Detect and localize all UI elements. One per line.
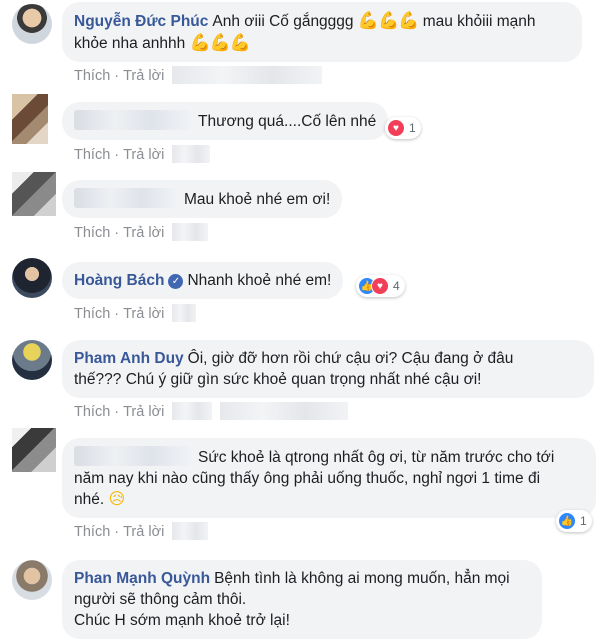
reply-link[interactable]: Trả lời xyxy=(123,147,164,163)
redacted-name xyxy=(74,110,192,130)
comment-text: thế??? Chú ý giữ gìn sức khoẻ quan trọng… xyxy=(74,371,482,388)
reaction-summary[interactable]: 👍 ♥ 4 xyxy=(356,275,405,297)
comment-text: Nhanh khoẻ nhé em! xyxy=(187,272,332,289)
redacted-timestamp xyxy=(172,145,211,163)
like-link[interactable]: Thích xyxy=(74,524,110,540)
heart-reaction-icon: ♥ xyxy=(387,119,405,137)
comment-actions: Thích · Trả lời xyxy=(74,402,349,420)
reply-link[interactable]: Trả lời xyxy=(123,524,164,540)
comment-bubble: Sức khoẻ là qtrong nhất ôg ơi, từ năm tr… xyxy=(62,438,596,518)
comment-bubble: Phan Mạnh Quỳnh Bệnh tình là không ai mon… xyxy=(62,560,542,639)
redacted-timestamp xyxy=(172,522,209,540)
comment-actions: Thích · Trả lời xyxy=(74,304,197,322)
comment-text: Anh ơiii Cố gắngggg xyxy=(212,13,354,30)
avatar[interactable] xyxy=(12,94,48,144)
comment-text: người sẽ thông cảm thôi. xyxy=(74,591,247,608)
comment-actions: Thích · Trả lời xyxy=(74,223,209,241)
heart-reaction-icon: ♥ xyxy=(371,277,389,295)
commenter-name[interactable]: Pham Anh Duy xyxy=(74,350,184,367)
avatar[interactable] xyxy=(12,428,56,472)
redacted-name xyxy=(74,188,178,208)
comment-text: năm nay khi nào cũng thấy ông phải uống … xyxy=(74,470,541,487)
comment-text: Mau khoẻ nhé em ơi! xyxy=(184,191,331,208)
commenter-name[interactable]: Phan Mạnh Quỳnh xyxy=(74,570,210,587)
flexed-biceps-emoji-icon: 💪💪💪 xyxy=(189,33,252,52)
comment-bubble: Nguyễn Đức Phúc Anh ơiii Cố gắngggg 💪💪💪 m… xyxy=(62,2,582,62)
redacted-timestamp xyxy=(220,402,349,420)
avatar[interactable] xyxy=(12,4,52,44)
comment-actions: Thích · Trả lời xyxy=(74,145,211,163)
verified-badge-icon: ✓ xyxy=(168,274,184,289)
like-link[interactable]: Thích xyxy=(74,68,110,84)
reply-link[interactable]: Trả lời xyxy=(123,306,164,322)
reaction-summary[interactable]: ♥ 1 xyxy=(385,117,421,139)
like-reaction-icon: 👍 xyxy=(558,512,576,530)
avatar[interactable] xyxy=(12,560,52,600)
redacted-name xyxy=(74,446,192,466)
avatar[interactable] xyxy=(12,340,52,380)
redacted-timestamp xyxy=(172,402,213,420)
flexed-biceps-emoji-icon: 💪💪💪 xyxy=(357,11,420,30)
comment-bubble: Pham Anh Duy Ôi, giờ đỡ hơn rồi chứ cậu ơ… xyxy=(62,340,594,398)
comment-text: nhé. xyxy=(74,491,105,508)
avatar[interactable] xyxy=(12,172,56,216)
comment-actions: Thích · Trả lời xyxy=(74,522,209,540)
reply-link[interactable]: Trả lời xyxy=(123,68,164,84)
like-link[interactable]: Thích xyxy=(74,147,110,163)
like-link[interactable]: Thích xyxy=(74,225,110,241)
commenter-name[interactable]: Hoàng Bách xyxy=(74,272,164,289)
sad-face-emoji-icon: 😥 xyxy=(108,491,126,508)
comment-bubble: Thương quá....Cố lên nhé xyxy=(62,102,389,140)
comment-text: Bệnh tình là không ai mong muốn, hẳn mọi xyxy=(214,570,510,587)
comment-text: Ôi, giờ đỡ hơn rồi chứ cậu ơi? Cậu đang … xyxy=(187,350,514,367)
comment-bubble: Hoàng Bách ✓ Nhanh khoẻ nhé em! xyxy=(62,262,344,299)
comment-text: Thương quá....Cố lên nhé xyxy=(198,113,377,130)
commenter-name[interactable]: Nguyễn Đức Phúc xyxy=(74,13,208,30)
comment-text: Chúc H sớm mạnh khoẻ trở lại! xyxy=(74,612,290,629)
avatar[interactable] xyxy=(12,258,52,298)
comment-text: mau khỏiii mạnh xyxy=(422,13,536,30)
comment-text: khỏe nha anhhh xyxy=(74,35,186,52)
reaction-summary[interactable]: 👍 1 xyxy=(556,510,592,532)
like-link[interactable]: Thích xyxy=(74,404,110,420)
redacted-timestamp xyxy=(172,304,197,322)
redacted-timestamp xyxy=(172,66,323,84)
reply-link[interactable]: Trả lời xyxy=(123,404,164,420)
comment-actions: Thích · Trả lời xyxy=(74,66,323,84)
comment-text: Sức khoẻ là qtrong nhất ôg ơi, từ năm tr… xyxy=(198,449,555,466)
reply-link[interactable]: Trả lời xyxy=(123,225,164,241)
like-link[interactable]: Thích xyxy=(74,306,110,322)
comment-bubble: Mau khoẻ nhé em ơi! xyxy=(62,180,343,218)
redacted-timestamp xyxy=(172,223,209,241)
